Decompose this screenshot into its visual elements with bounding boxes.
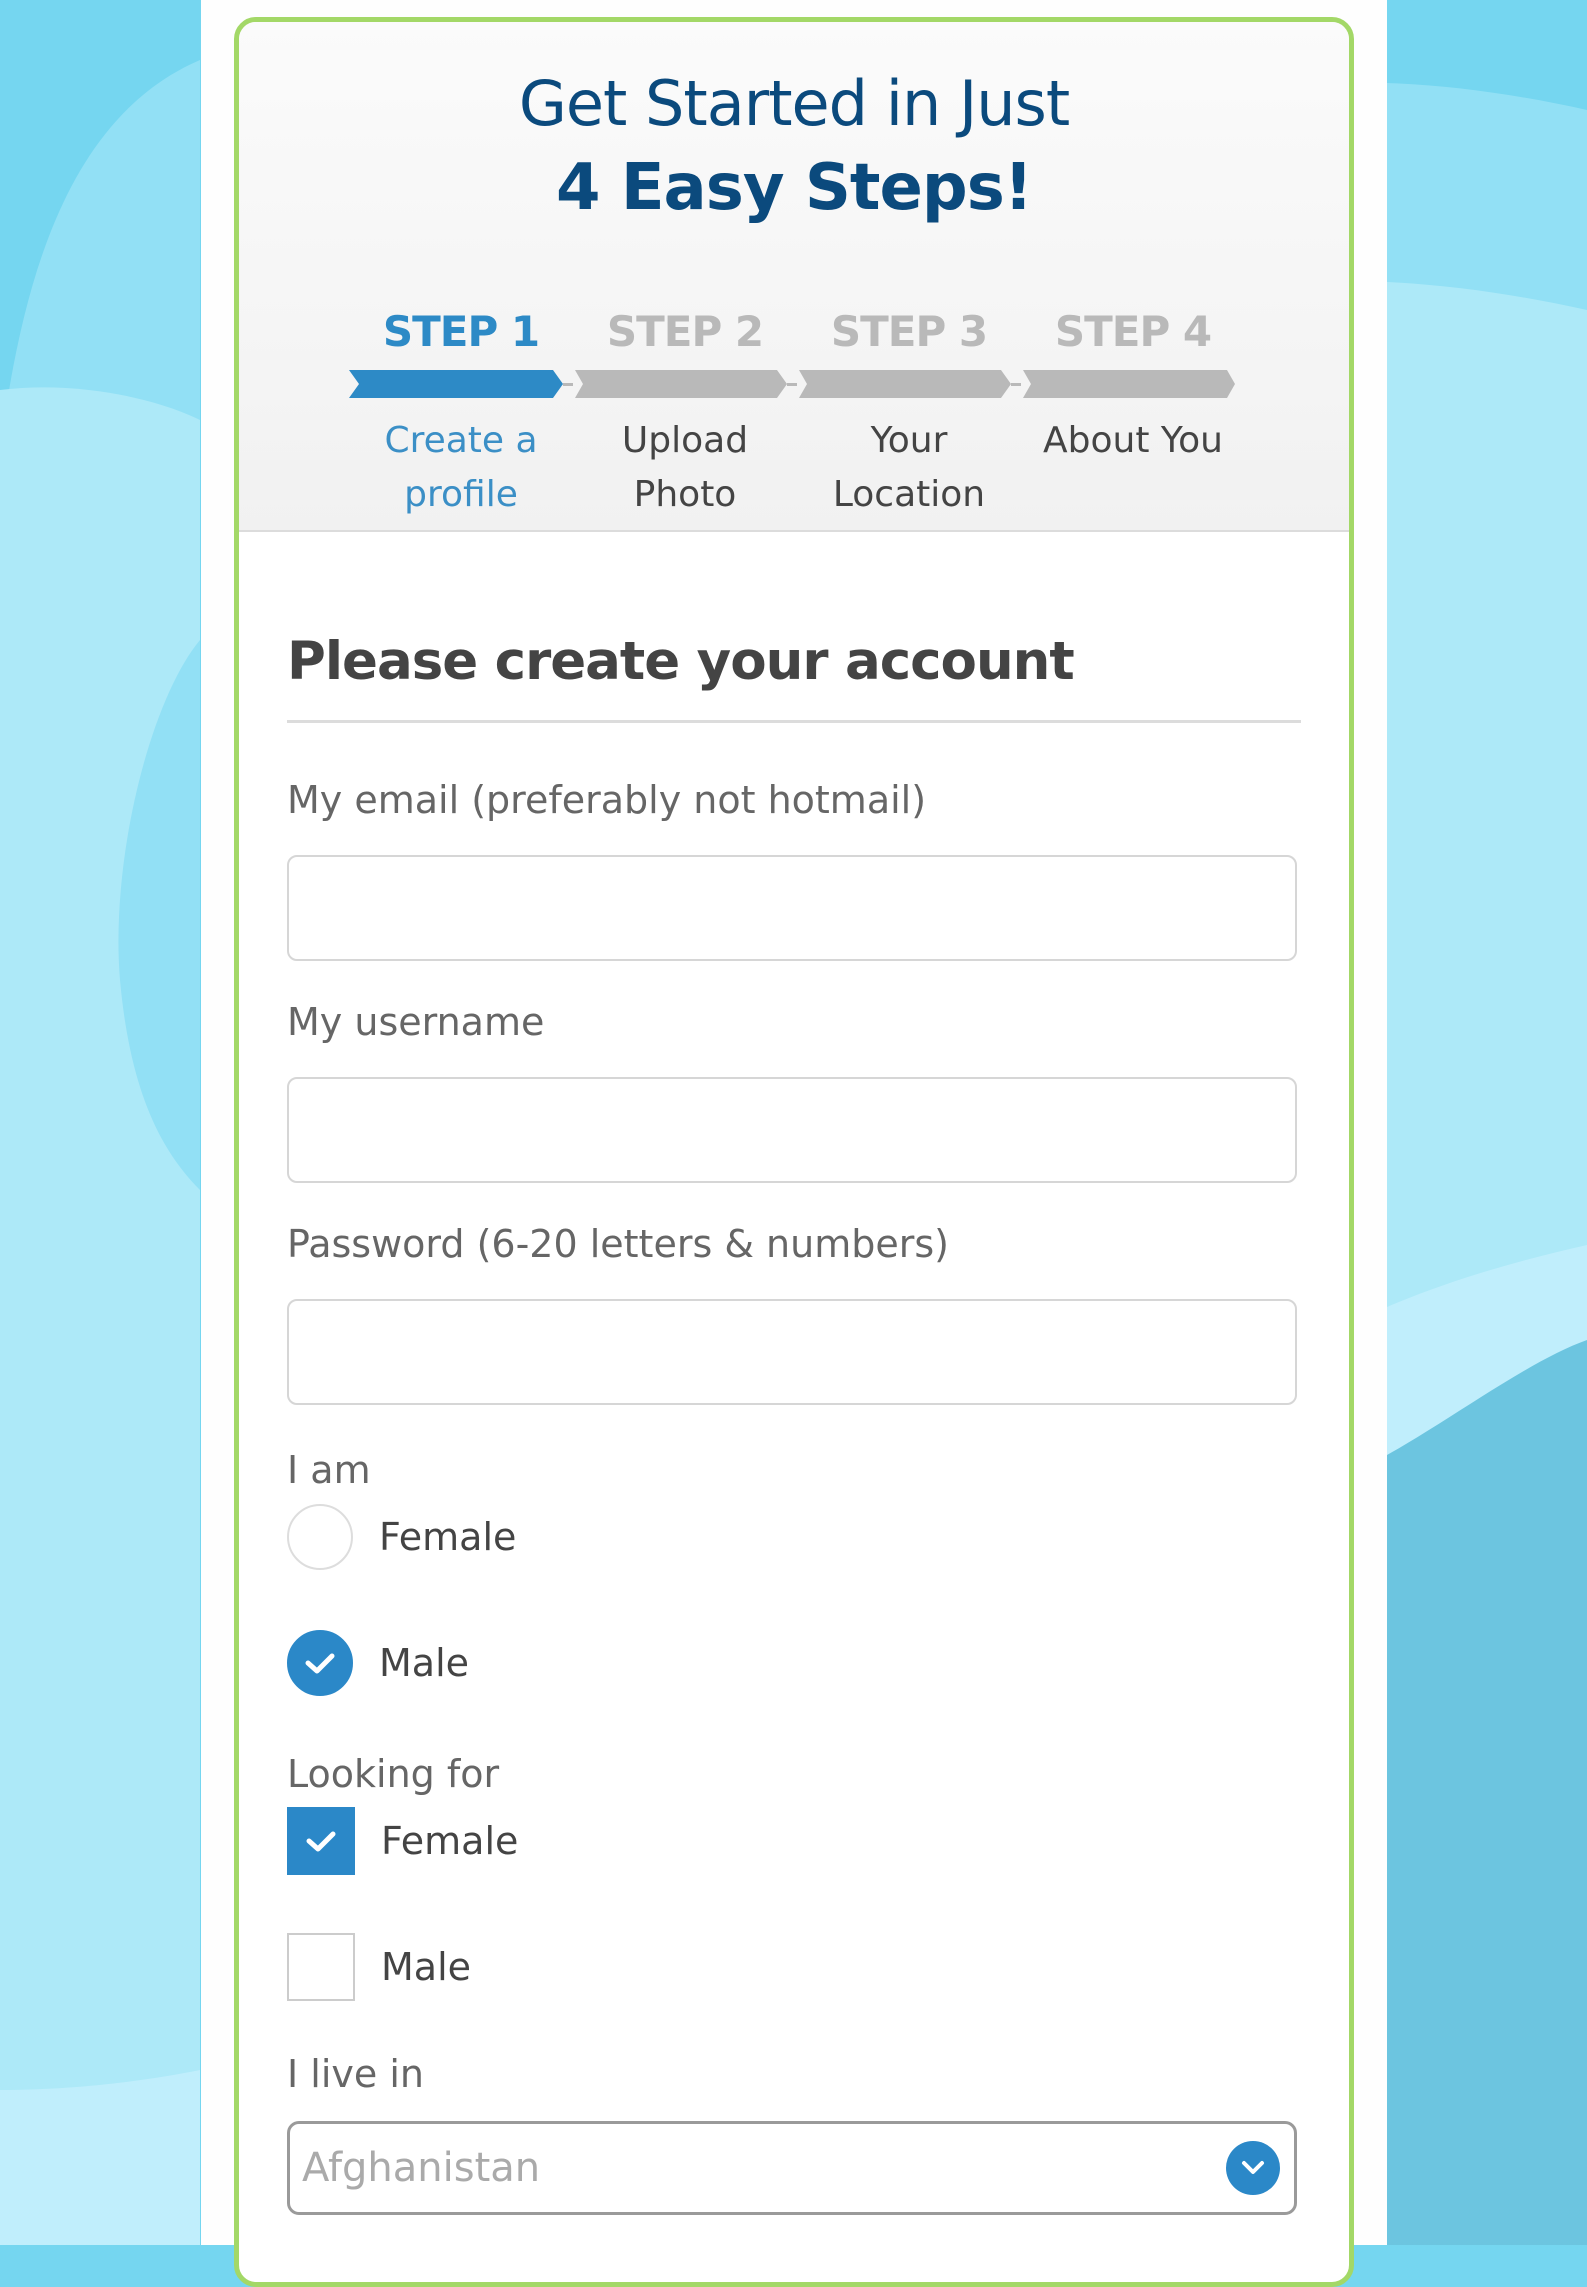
country-selected-value: Afghanistan: [302, 2145, 541, 2191]
country-label: I live in: [287, 2052, 424, 2096]
username-field-wrapper: [287, 1077, 1297, 1183]
step-number: STEP 4: [1054, 307, 1212, 356]
email-label: My email (preferably not hotmail): [287, 778, 927, 822]
step-number: STEP 2: [606, 307, 764, 356]
chevron-down-icon[interactable]: [1226, 2141, 1280, 2195]
step-progress-bar: [573, 370, 797, 398]
gender-option-female[interactable]: Female: [287, 1501, 1301, 1573]
step-progress-bar: [1021, 370, 1245, 398]
gender-option-male[interactable]: Male: [287, 1627, 1301, 1699]
radio-female[interactable]: [287, 1504, 353, 1570]
option-label: Male: [381, 1945, 472, 1989]
page-content: Get Started in Just 4 Easy Steps! STEP 1…: [201, 0, 1387, 2287]
option-label: Female: [379, 1515, 517, 1559]
looking-for-option-male[interactable]: Male: [287, 1931, 1301, 2003]
username-label: My username: [287, 1000, 545, 1044]
checkbox-male[interactable]: [287, 1933, 355, 2001]
step-3[interactable]: STEP 3 Your Location: [797, 302, 1021, 522]
signup-header: Get Started in Just 4 Easy Steps! STEP 1…: [239, 22, 1349, 532]
looking-for-option-female[interactable]: Female: [287, 1805, 1301, 1877]
password-field[interactable]: [289, 1301, 1295, 1403]
form-title: Please create your account: [287, 631, 1075, 692]
header-title-line1: Get Started in Just: [518, 67, 1070, 140]
email-field-wrapper: [287, 855, 1297, 961]
header-title-line2: 4 Easy Steps!: [556, 151, 1033, 225]
option-label: Female: [381, 1819, 519, 1863]
username-field[interactable]: [289, 1079, 1295, 1181]
password-field-wrapper: [287, 1299, 1297, 1405]
step-4[interactable]: STEP 4 About You: [1021, 302, 1245, 522]
step-label: Upload Photo: [621, 420, 749, 515]
check-icon: [306, 1831, 336, 1852]
looking-for-label: Looking for: [287, 1752, 500, 1796]
signup-card: Get Started in Just 4 Easy Steps! STEP 1…: [234, 17, 1354, 2287]
step-number: STEP 1: [382, 307, 540, 356]
step-progress: STEP 1 Create a profile STEP 2 Upload Phot…: [349, 302, 1249, 522]
password-label: Password (6-20 letters & numbers): [287, 1222, 949, 1266]
checkbox-female[interactable]: [287, 1807, 355, 1875]
step-1[interactable]: STEP 1 Create a profile: [349, 302, 573, 522]
step-label: Your Location: [832, 420, 986, 515]
country-select[interactable]: Afghanistan: [287, 2121, 1297, 2215]
step-progress-bar: [349, 370, 573, 398]
step-label: About You: [1043, 420, 1223, 461]
step-label: Create a profile: [384, 420, 538, 515]
step-number: STEP 3: [830, 307, 988, 356]
radio-male[interactable]: [287, 1630, 353, 1696]
option-label: Male: [379, 1641, 470, 1685]
divider: [287, 720, 1301, 723]
step-progress-bar: [797, 370, 1021, 398]
step-2[interactable]: STEP 2 Upload Photo: [573, 302, 797, 522]
email-field[interactable]: [289, 857, 1295, 959]
account-form: Please create your account My email (pre…: [287, 622, 1301, 2215]
gender-label: I am: [287, 1448, 371, 1492]
check-icon: [305, 1653, 335, 1674]
